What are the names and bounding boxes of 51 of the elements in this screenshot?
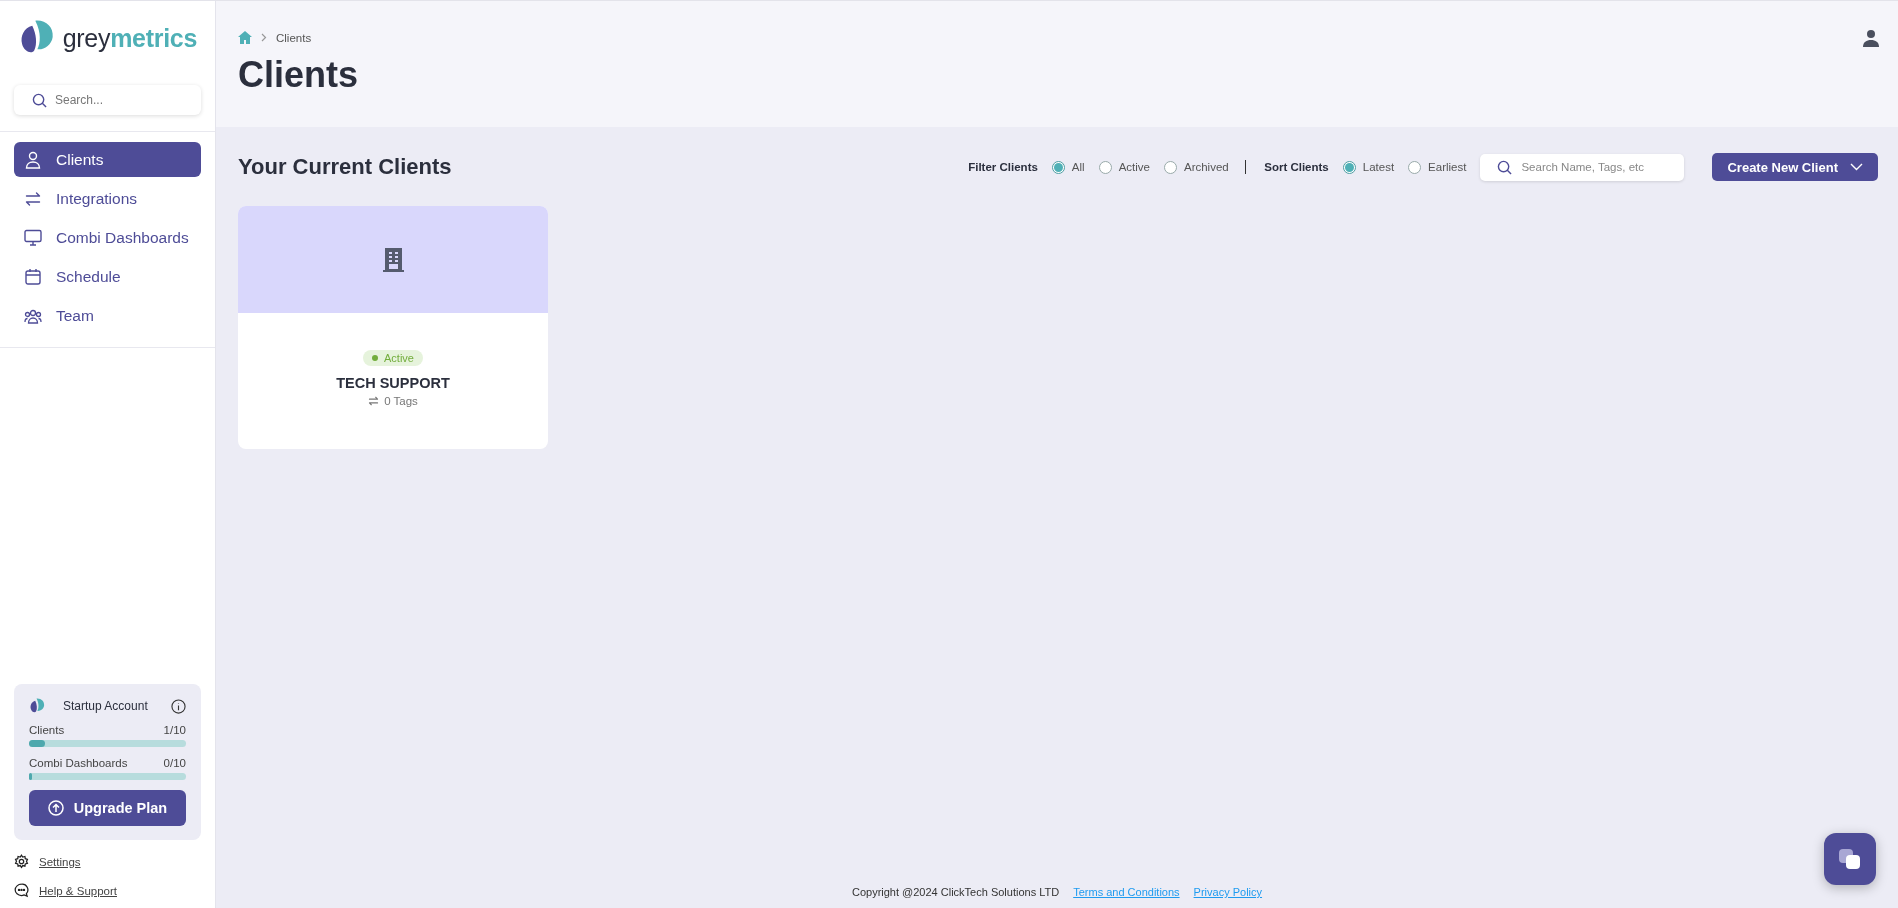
section-title: Your Current Clients bbox=[238, 154, 453, 180]
search-field[interactable]: Search Name, Tags, etc bbox=[1480, 153, 1685, 181]
search-icon bbox=[32, 93, 47, 108]
meter-reading: 1/10 bbox=[163, 724, 186, 736]
nav-item[interactable]: Integrations bbox=[14, 181, 201, 216]
upload-icon bbox=[47, 800, 64, 816]
chat-bubble-icon bbox=[14, 883, 29, 898]
sidebar-link[interactable]: Help & Support bbox=[14, 883, 117, 898]
logo-text: greymetrics bbox=[62, 23, 197, 53]
swap-arrows-icon bbox=[24, 190, 42, 207]
meter-reading: 0/10 bbox=[163, 757, 186, 769]
monitor-icon bbox=[24, 229, 42, 246]
user-icon bbox=[24, 150, 42, 169]
logo-icon bbox=[29, 698, 45, 714]
nav-item[interactable]: Combi Dashboards bbox=[14, 220, 201, 255]
filter-label: Filter Clients bbox=[968, 161, 1038, 173]
client-card[interactable]: Active TECH SUPPORT 0 Tags bbox=[238, 206, 548, 449]
nav-item[interactable]: Team bbox=[14, 298, 201, 333]
team-icon bbox=[24, 307, 42, 324]
chevron-down-icon bbox=[1850, 163, 1863, 171]
settings-icon bbox=[14, 854, 29, 869]
radio-option[interactable]: Latest bbox=[1342, 160, 1395, 174]
filter-label: Sort Clients bbox=[1264, 161, 1329, 173]
chevron-right-icon bbox=[261, 33, 267, 42]
radio-option[interactable]: Active bbox=[1098, 160, 1150, 174]
nav-item[interactable]: Schedule bbox=[14, 259, 201, 294]
radio-option[interactable]: All bbox=[1051, 160, 1085, 174]
calendar-icon bbox=[24, 268, 42, 285]
building-icon bbox=[382, 247, 404, 272]
chat-button[interactable] bbox=[1824, 833, 1876, 885]
breadcrumb-item[interactable]: Clients bbox=[276, 31, 312, 44]
sidebar-link[interactable]: Settings bbox=[14, 854, 81, 869]
nav-item[interactable]: Clients bbox=[14, 142, 201, 177]
swap-arrows-icon bbox=[368, 396, 380, 406]
meter-label: Clients bbox=[29, 724, 65, 736]
user-avatar-icon[interactable] bbox=[1863, 29, 1879, 47]
page-title: Clients bbox=[238, 54, 360, 96]
status-badge: Active bbox=[363, 350, 423, 366]
search-icon bbox=[1497, 159, 1513, 175]
upgrade-button[interactable]: Upgrade Plan bbox=[29, 790, 186, 826]
meter-label: Combi Dashboards bbox=[29, 757, 128, 769]
search-field[interactable]: Search... bbox=[14, 85, 201, 115]
client-name: TECH SUPPORT bbox=[336, 375, 450, 391]
create-client-button[interactable]: Create New Client bbox=[1712, 153, 1878, 181]
tag-count: 0 Tags bbox=[384, 395, 418, 407]
copyright-text: Copyright @2024 ClickTech Solutions LTD bbox=[851, 886, 1060, 898]
plan-title: Startup Account bbox=[63, 699, 149, 713]
chat-icon bbox=[1837, 847, 1863, 871]
radio-option[interactable]: Archived bbox=[1163, 160, 1229, 174]
radio-option[interactable]: Earliest bbox=[1408, 160, 1467, 174]
info-icon[interactable] bbox=[171, 698, 186, 714]
